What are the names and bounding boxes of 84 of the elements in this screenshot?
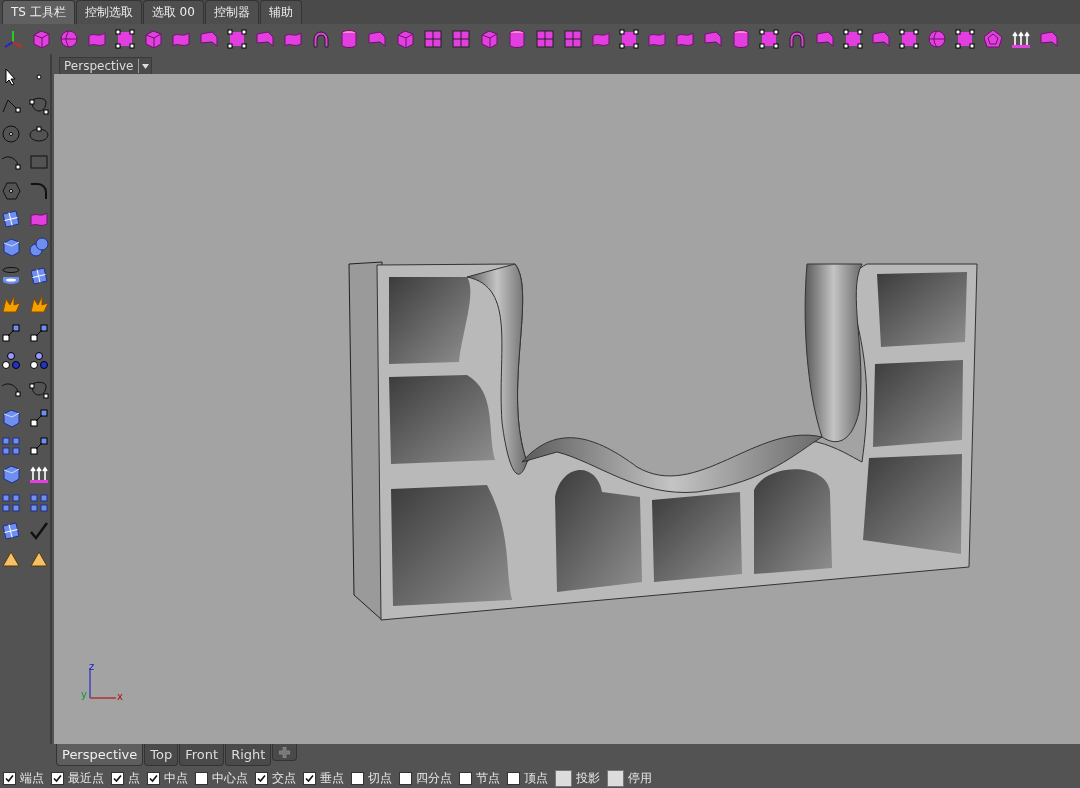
checkbox[interactable]	[51, 771, 64, 785]
surface-icon[interactable]	[0, 520, 22, 543]
folded-surface-icon[interactable]	[702, 28, 724, 50]
viewport-title[interactable]: Perspective	[59, 57, 152, 74]
osnap-label: 交点	[272, 769, 296, 787]
osnap-label: 垂点	[320, 769, 344, 787]
checkbox[interactable]	[3, 771, 16, 785]
toggle-button[interactable]	[607, 769, 624, 787]
checkbox[interactable]	[351, 771, 364, 785]
checkbox[interactable]	[255, 771, 268, 785]
cube-icon[interactable]	[394, 28, 416, 50]
array-icon[interactable]	[28, 491, 50, 514]
dots-icon[interactable]	[0, 349, 22, 372]
osnap-label: 最近点	[68, 769, 104, 787]
control-points-icon[interactable]	[114, 28, 136, 50]
control-points-icon[interactable]	[954, 28, 976, 50]
osnap-label: 中心点	[212, 769, 248, 787]
checkbox[interactable]	[303, 771, 316, 785]
cube-icon[interactable]	[30, 28, 52, 50]
folded-surface-icon[interactable]	[1038, 28, 1060, 50]
osnap-label: 顶点	[524, 769, 548, 787]
grid-icon[interactable]	[562, 28, 584, 50]
toolbar-tab[interactable]: 控制选取	[75, 0, 142, 24]
toolbar-tab[interactable]: TS 工具栏	[2, 0, 75, 24]
dropdown-icon[interactable]	[141, 63, 149, 69]
folded-surface-icon[interactable]	[366, 28, 388, 50]
cylinder-icon[interactable]	[0, 264, 22, 287]
toolbar-tab[interactable]: 辅助	[259, 0, 302, 24]
axis-label: x	[117, 691, 123, 702]
folded-surface-icon[interactable]	[198, 28, 220, 50]
control-points-icon[interactable]	[618, 28, 640, 50]
axis-label: z	[89, 661, 95, 672]
checkbox[interactable]	[195, 771, 208, 785]
grid-icon[interactable]	[534, 28, 556, 50]
osnap-label: 中点	[164, 769, 188, 787]
checkbox[interactable]	[459, 771, 472, 785]
grid-icon[interactable]	[450, 28, 472, 50]
folded-surface-icon[interactable]	[814, 28, 836, 50]
sphere-icon[interactable]	[926, 28, 948, 50]
folded-surface-icon[interactable]	[254, 28, 276, 50]
axis-label: y	[81, 689, 87, 700]
osnap-label: 切点	[368, 769, 392, 787]
checkbox[interactable]	[507, 771, 520, 785]
array-icon[interactable]	[0, 435, 22, 458]
osnap-label: 点	[128, 769, 140, 787]
surface-icon[interactable]	[28, 264, 50, 287]
cube-icon[interactable]	[0, 236, 22, 259]
osnap-label: 端点	[20, 769, 44, 787]
axes-icon[interactable]	[2, 28, 24, 50]
toolbar-tab[interactable]: 控制器	[204, 0, 259, 24]
grid-icon[interactable]	[422, 28, 444, 50]
viewport-tab[interactable]: Right	[225, 744, 272, 766]
add-tab-button[interactable]	[272, 744, 298, 761]
checkbox[interactable]	[399, 771, 412, 785]
arch-icon[interactable]	[786, 28, 808, 50]
arch-icon[interactable]	[310, 28, 332, 50]
checkbox[interactable]	[111, 771, 124, 785]
cube-icon[interactable]	[142, 28, 164, 50]
array-icon[interactable]	[0, 491, 22, 514]
surface-icon[interactable]	[0, 207, 22, 230]
osnap-label: 投影	[576, 769, 600, 787]
cube-icon[interactable]	[0, 463, 22, 486]
control-points-icon[interactable]	[758, 28, 780, 50]
toolbar-tab[interactable]: 选取 00	[142, 0, 204, 24]
circle-icon[interactable]	[0, 122, 22, 145]
osnap-label: 节点	[476, 769, 500, 787]
cube-icon[interactable]	[478, 28, 500, 50]
folded-surface-icon[interactable]	[870, 28, 892, 50]
checkbox[interactable]	[147, 771, 160, 785]
toggle-button[interactable]	[555, 769, 572, 787]
sphere-icon[interactable]	[58, 28, 80, 50]
dots-icon[interactable]	[28, 349, 50, 372]
spheres-icon[interactable]	[28, 236, 50, 259]
control-points-icon[interactable]	[226, 28, 248, 50]
osnap-label: 四分点	[416, 769, 452, 787]
cube-icon[interactable]	[0, 406, 22, 429]
osnap-label: 停用	[628, 769, 652, 787]
viewport-tab[interactable]: Front	[179, 744, 225, 766]
control-points-icon[interactable]	[842, 28, 864, 50]
pentagon-icon[interactable]	[982, 28, 1004, 50]
viewport-tab[interactable]: Perspective	[56, 744, 144, 766]
plus-icon[interactable]	[279, 747, 291, 758]
viewport-tab[interactable]: Top	[144, 744, 179, 766]
control-points-icon[interactable]	[898, 28, 920, 50]
